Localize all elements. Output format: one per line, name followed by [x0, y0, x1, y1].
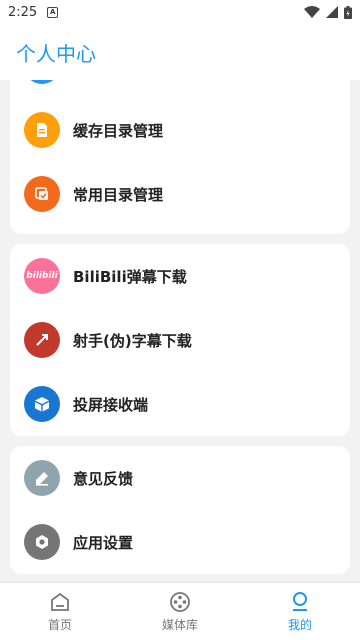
- card-downloads: bilibili BiliBili弹幕下载 射手(伪)字幕下载 投屏接收端: [10, 244, 350, 436]
- signal-icon: [326, 6, 338, 18]
- profile-icon: [293, 592, 307, 611]
- home-icon: [51, 592, 69, 611]
- bilibili-icon: bilibili: [24, 258, 60, 294]
- menu-item-common-dir[interactable]: 常用目录管理: [10, 162, 350, 226]
- cube-icon: [24, 386, 60, 422]
- common-folder-icon: [24, 176, 60, 212]
- menu-item-label: BiliBili弹幕下载: [73, 267, 187, 286]
- menu-item-label: 射手(伪)字幕下载: [73, 331, 192, 350]
- status-right: [304, 5, 352, 19]
- nav-media-library-label: 媒体库: [161, 618, 198, 632]
- menu-item-app-settings[interactable]: 应用设置: [10, 510, 350, 574]
- menu-item-label: 缓存目录管理: [73, 121, 164, 140]
- status-bar: 2:25 A: [0, 0, 360, 24]
- menu-item-cast-receiver[interactable]: 投屏接收端: [10, 372, 350, 436]
- feedback-icon: [24, 460, 60, 496]
- card-directories: 缓存目录管理 常用目录管理: [10, 80, 350, 234]
- nav-home-label: 首页: [47, 618, 72, 632]
- battery-icon: [344, 5, 352, 19]
- menu-item-bilibili[interactable]: bilibili BiliBili弹幕下载: [10, 244, 350, 308]
- page-title: 个人中心: [16, 41, 96, 66]
- menu-item-subtitle-download[interactable]: 射手(伪)字幕下载: [10, 308, 350, 372]
- nav-mine-label: 我的: [287, 618, 312, 632]
- menu-item-label: 应用设置: [73, 533, 134, 552]
- notification-icon: A: [47, 6, 59, 18]
- menu-item-cache-dir[interactable]: 缓存目录管理: [10, 98, 350, 162]
- menu-item-label: 投屏接收端: [73, 395, 149, 414]
- shooter-icon: [24, 322, 60, 358]
- menu-item-feedback[interactable]: 意见反馈: [10, 446, 350, 510]
- bilibili-logo: bilibili: [26, 271, 58, 281]
- bottom-nav: 首页 媒体库 我的: [0, 582, 360, 640]
- settings-icon: [24, 524, 60, 560]
- menu-item-folder-partial[interactable]: [10, 80, 350, 98]
- wifi-icon: [304, 6, 320, 18]
- cache-folder-icon: [24, 112, 60, 148]
- film-reel-icon: [170, 592, 190, 612]
- status-time: 2:25: [8, 4, 38, 20]
- menu-content[interactable]: 缓存目录管理 常用目录管理 bilibili BiliBili弹幕下载 射手(伪…: [0, 80, 360, 582]
- menu-item-label: 意见反馈: [73, 469, 134, 488]
- nav-media-library[interactable]: 媒体库: [120, 583, 240, 640]
- nav-mine[interactable]: 我的: [240, 583, 360, 640]
- card-settings: 意见反馈 应用设置: [10, 446, 350, 574]
- nav-home[interactable]: 首页: [0, 583, 120, 640]
- folder-icon: [24, 80, 60, 84]
- app-bar: 个人中心: [0, 24, 360, 80]
- menu-item-label: 常用目录管理: [73, 185, 164, 204]
